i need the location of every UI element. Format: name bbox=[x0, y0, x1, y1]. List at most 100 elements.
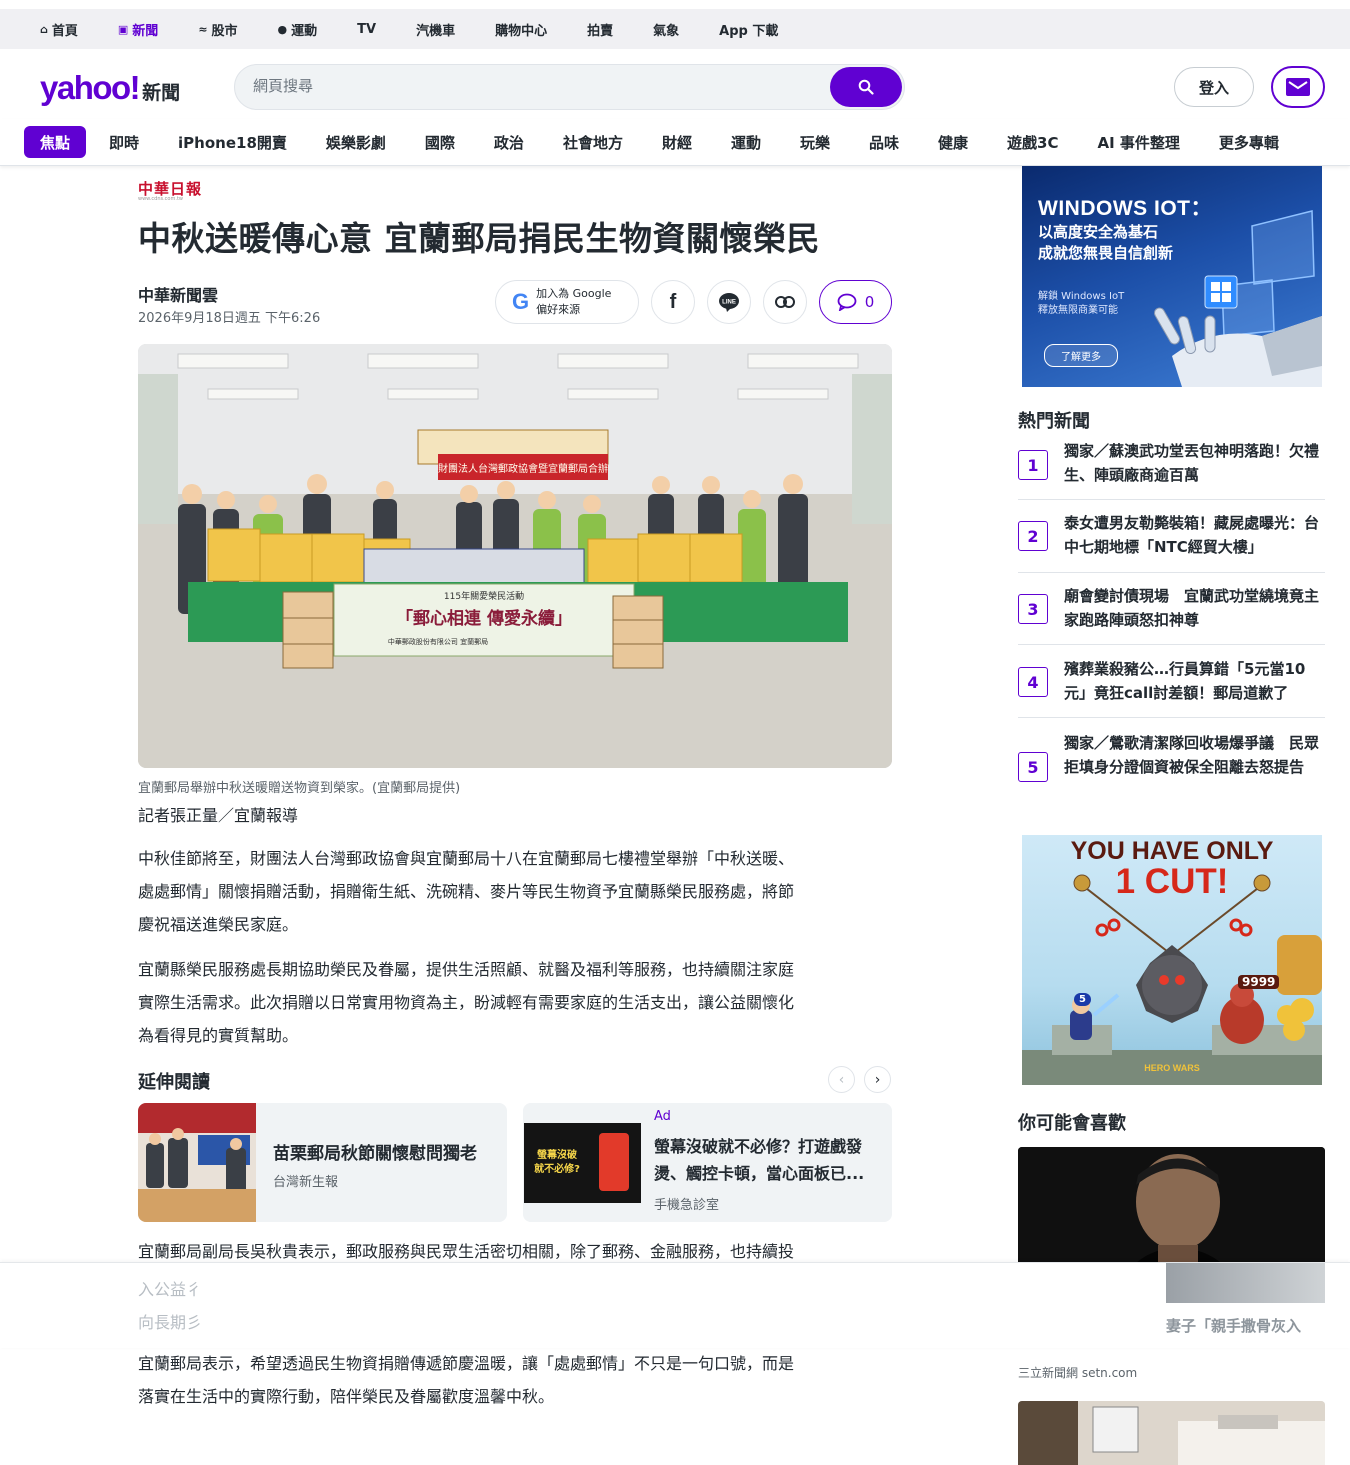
nav-item-iphone[interactable]: iPhone18開賣 bbox=[162, 126, 303, 158]
obscured-recommended-title: 妻子「親手撒骨灰入 bbox=[1166, 1317, 1302, 1335]
topbar-item-tv[interactable]: TV bbox=[357, 22, 376, 37]
topbar-item-auction[interactable]: 拍賣 bbox=[587, 20, 613, 39]
nav-item-entertainment[interactable]: 娛樂影劇 bbox=[310, 126, 402, 158]
nav-item-focus[interactable]: 焦點 bbox=[24, 126, 87, 158]
recommended-card-2-image[interactable] bbox=[1018, 1401, 1325, 1465]
nav-item-politics[interactable]: 政治 bbox=[478, 126, 540, 158]
trending-item[interactable]: 5 獨家／鶯歌清潔隊回收場爆爭議 民眾拒填身分證個資被保全阻離去怒提告 bbox=[1018, 718, 1325, 808]
yahoo-news-logo[interactable]: yahoo! 新聞 bbox=[40, 69, 180, 107]
article-author[interactable]: 中華新聞雲 bbox=[138, 282, 218, 306]
sticky-overlay-bar: 入公益彳 向長期彡 妻子「親手撒骨灰入 bbox=[0, 1262, 1350, 1348]
trending-item[interactable]: 1 獨家／蘇澳武功堂丟包神明落跑！欠禮生、陣頭廠商逾百萬 bbox=[1018, 438, 1325, 500]
facebook-icon: f bbox=[669, 290, 677, 313]
facebook-share-button[interactable]: f bbox=[651, 280, 695, 324]
article-hero-image[interactable]: 財團法人台灣郵政協會暨宜蘭郵局合辦 115年關愛榮民活動 「郵心相連 傳愛永續」… bbox=[138, 344, 892, 768]
hero-wars-ad[interactable]: HERO WARS YOU HAVE ONLY 1 CUT! 5 9999 bbox=[1022, 835, 1322, 1085]
search-button[interactable] bbox=[830, 67, 902, 107]
topbar-item-app[interactable]: App 下載 bbox=[719, 20, 778, 39]
nav-item-international[interactable]: 國際 bbox=[409, 126, 471, 158]
image-caption: 宜蘭郵局舉辦中秋送暖贈送物資到榮家。(宜蘭郵局提供) bbox=[138, 781, 461, 796]
publisher-logo[interactable]: 中華日報 www.cdns.com.tw bbox=[138, 178, 202, 202]
related-card-title: 苗栗郵局秋節關懷慰問獨老 bbox=[273, 1144, 477, 1164]
ball-icon: ● bbox=[277, 22, 288, 36]
nav-item-health[interactable]: 健康 bbox=[922, 126, 984, 158]
google-preferred-source-button[interactable]: G 加入為 Google 偏好來源 bbox=[495, 280, 639, 324]
home-icon: ⌂ bbox=[40, 22, 48, 36]
obscured-thumbnail bbox=[1166, 1263, 1325, 1303]
trending-news-title: 熱門新聞 bbox=[1018, 411, 1090, 432]
trending-rank: 4 bbox=[1018, 667, 1048, 697]
obscured-text-line: 入公益彳 bbox=[138, 1280, 203, 1299]
chevron-right-icon: › bbox=[874, 1071, 881, 1088]
trending-title: 獨家／鶯歌清潔隊回收場爆爭議 民眾拒填身分證個資被保全阻離去怒提告 bbox=[1064, 734, 1320, 776]
nav-item-society[interactable]: 社會地方 bbox=[547, 126, 639, 158]
topbar-item-weather[interactable]: 氣象 bbox=[653, 20, 679, 39]
site-header: yahoo! 新聞 登入 bbox=[0, 49, 1350, 119]
topbar-item-home[interactable]: ⌂ 首頁 bbox=[40, 20, 78, 39]
chart-icon: ≈ bbox=[198, 22, 208, 36]
login-button[interactable]: 登入 bbox=[1174, 67, 1254, 107]
comments-button[interactable]: 0 bbox=[819, 280, 892, 324]
article-paragraph-2: 宜蘭縣榮民服務處長期協助榮民及眷屬，提供生活照顧、就醫及福利等服務，也持續關注家… bbox=[138, 960, 795, 1045]
ad-label: Ad bbox=[654, 1109, 671, 1124]
recommended-source: 三立新聞網 setn.com bbox=[1018, 1366, 1138, 1380]
topbar-item-auto[interactable]: 汽機車 bbox=[416, 20, 455, 39]
article-paragraph-4: 宜蘭郵局表示，希望透過民生物資捐贈傳遞節慶溫暖，讓「處處郵情」不只是一句口號，而… bbox=[138, 1354, 795, 1406]
sponsored-card-source: 手機急診室 bbox=[654, 1198, 720, 1213]
nav-item-sports[interactable]: 運動 bbox=[715, 126, 777, 158]
related-card[interactable]: 苗栗郵局秋節關懷慰問獨老 台灣新生報 bbox=[138, 1103, 507, 1222]
topbar-item-news[interactable]: ▣ 新聞 bbox=[118, 20, 158, 39]
topbar-item-stock[interactable]: ≈ 股市 bbox=[198, 20, 237, 39]
nav-item-games[interactable]: 遊戲3C bbox=[991, 126, 1074, 158]
copy-link-button[interactable] bbox=[763, 280, 807, 324]
sponsored-card[interactable]: 螢幕沒破 就不必修? Ad 螢幕沒破就不必修？打遊戲發燙、觸控卡頓，當心面板已.… bbox=[523, 1103, 892, 1222]
recommended-title: 你可能會喜歡 bbox=[1018, 1113, 1126, 1134]
news-icon: ▣ bbox=[117, 22, 129, 36]
ad1-small-text: 解鎖 Windows IoT 釋放無限商業可能 bbox=[1038, 291, 1125, 316]
topbar-item-sports[interactable]: ● 運動 bbox=[278, 20, 318, 39]
trending-item[interactable]: 3 廟會變討債現場 宜蘭武功堂繞境竟主家跑路陣頭怒扣神尊 bbox=[1018, 573, 1325, 645]
nav-item-ai[interactable]: AI 事件整理 bbox=[1081, 126, 1195, 158]
extended-reading-title: 延伸閱讀 bbox=[138, 1072, 210, 1093]
windows-iot-ad[interactable]: WINDOWS IOT： 以高度安全為基石 成就您無畏自信創新 解鎖 Windo… bbox=[1022, 166, 1322, 387]
recommended-photo-2 bbox=[1018, 1401, 1325, 1465]
sponsored-card-title: 螢幕沒破就不必修？打遊戲發燙、觸控卡頓，當心面板已... bbox=[654, 1137, 865, 1183]
enemy-power-badge: 9999 bbox=[1238, 975, 1280, 989]
hero-power-badge: 5 bbox=[1074, 993, 1091, 1006]
trending-item[interactable]: 4 殯葬業殺豬公…行員算錯「5元當10元」竟狂call討差額！郵局道歉了 bbox=[1018, 645, 1325, 718]
ad1-cta-button[interactable]: 了解更多 bbox=[1044, 344, 1118, 367]
ad1-title: WINDOWS IOT： bbox=[1038, 197, 1212, 220]
topbar-item-shopping[interactable]: 購物中心 bbox=[495, 20, 547, 39]
mail-button[interactable] bbox=[1271, 66, 1325, 108]
chevron-left-icon: ‹ bbox=[838, 1071, 845, 1088]
link-icon bbox=[775, 296, 795, 308]
related-card-source: 台灣新生報 bbox=[273, 1175, 339, 1190]
sponsored-card-thumbnail: 螢幕沒破 就不必修? bbox=[523, 1103, 641, 1222]
carousel-prev-button[interactable]: ‹ bbox=[828, 1066, 855, 1093]
nav-item-finance[interactable]: 財經 bbox=[646, 126, 708, 158]
line-icon: LINE bbox=[719, 293, 739, 312]
trending-rank: 3 bbox=[1018, 594, 1048, 624]
ad2-headline-2: 1 CUT! bbox=[1115, 862, 1229, 901]
nav-item-taste[interactable]: 品味 bbox=[853, 126, 915, 158]
trending-title: 獨家／蘇澳武功堂丟包神明落跑！欠禮生、陣頭廠商逾百萬 bbox=[1064, 442, 1320, 484]
line-share-button[interactable]: LINE bbox=[707, 280, 751, 324]
search-bar bbox=[234, 64, 905, 110]
nav-item-latest[interactable]: 即時 bbox=[93, 126, 155, 158]
obscured-text-line: 向長期彡 bbox=[138, 1313, 203, 1332]
trending-item[interactable]: 2 泰女遭男友勒斃裝箱！藏屍處曝光：台中七期地標「NTC經貿大樓」 bbox=[1018, 500, 1325, 573]
search-icon bbox=[858, 79, 874, 95]
nav-item-more[interactable]: 更多專輯 bbox=[1203, 126, 1295, 158]
donation-event-photo: 財團法人台灣郵政協會暨宜蘭郵局合辦 115年關愛榮民活動 「郵心相連 傳愛永續」… bbox=[138, 344, 892, 768]
carousel-next-button[interactable]: › bbox=[864, 1066, 891, 1093]
article-headline: 中秋送暖傳心意 宜蘭郵局捐民生物資關懷榮民 bbox=[138, 219, 820, 258]
nav-item-leisure[interactable]: 玩樂 bbox=[784, 126, 846, 158]
svg-text:LINE: LINE bbox=[722, 300, 736, 306]
ad1-subtitle: 以高度安全為基石 成就您無畏自信創新 bbox=[1038, 223, 1174, 262]
article-paragraph-1: 中秋佳節將至，財團法人台灣郵政協會與宜蘭郵局十八在宜蘭郵局七樓禮堂舉辦「中秋送暖… bbox=[138, 849, 795, 934]
article-date: 2026年9月18日週五 下午6:26 bbox=[138, 311, 321, 326]
related-card-thumbnail bbox=[138, 1103, 256, 1222]
search-input[interactable] bbox=[253, 77, 813, 95]
article-reporter: 記者張正量／宜蘭報導 bbox=[138, 806, 299, 825]
google-icon: G bbox=[512, 289, 530, 314]
